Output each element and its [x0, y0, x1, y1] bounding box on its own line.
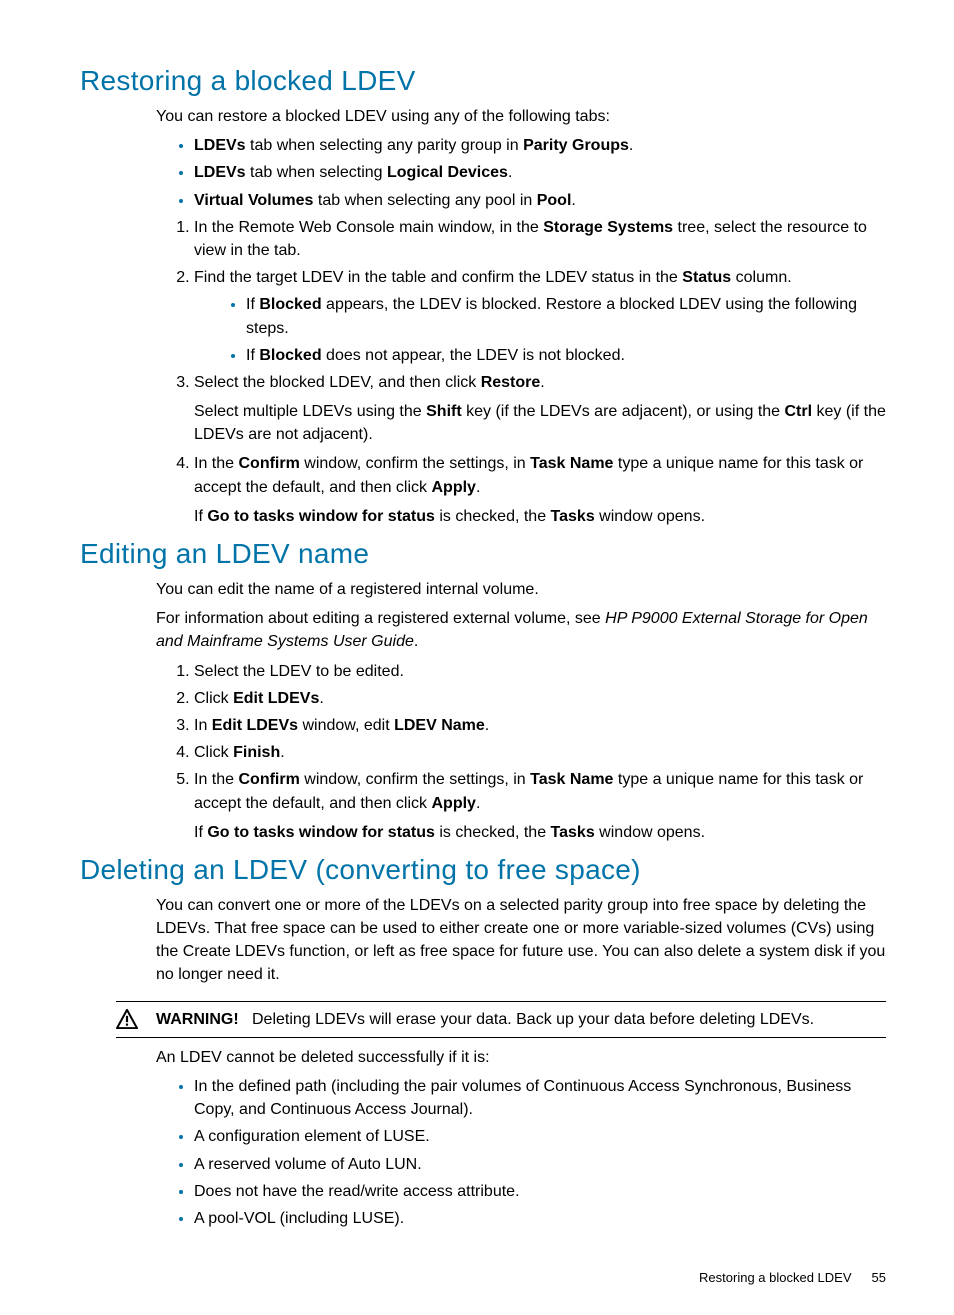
- list-item: Find the target LDEV in the table and co…: [194, 266, 886, 367]
- cannot-delete-bullets: In the defined path (including the pair …: [156, 1075, 886, 1230]
- list-item: In the defined path (including the pair …: [194, 1075, 886, 1121]
- list-item: In the Confirm window, confirm the setti…: [194, 452, 886, 528]
- intro-text: You can restore a blocked LDEV using any…: [156, 105, 886, 128]
- list-item: Virtual Volumes tab when selecting any p…: [194, 189, 886, 212]
- heading-deleting: Deleting an LDEV (converting to free spa…: [80, 854, 886, 886]
- list-item: If Blocked appears, the LDEV is blocked.…: [246, 293, 886, 339]
- footer-text: Restoring a blocked LDEV: [699, 1270, 851, 1285]
- list-item: A reserved volume of Auto LUN.: [194, 1153, 886, 1176]
- heading-restoring: Restoring a blocked LDEV: [80, 65, 886, 97]
- page-number: 55: [872, 1270, 886, 1285]
- page-content: Restoring a blocked LDEV You can restore…: [0, 0, 954, 1315]
- list-item: In the Remote Web Console main window, i…: [194, 216, 886, 262]
- steps-list: In the Remote Web Console main window, i…: [156, 216, 886, 528]
- list-item: Click Edit LDEVs.: [194, 687, 886, 710]
- list-item: A pool-VOL (including LUSE).: [194, 1207, 886, 1230]
- warning-icon: [116, 1009, 138, 1029]
- list-item: Select the LDEV to be edited.: [194, 660, 886, 683]
- list-item: LDEVs tab when selecting any parity grou…: [194, 134, 886, 157]
- page-footer: Restoring a blocked LDEV 55: [80, 1270, 886, 1285]
- list-item: Does not have the read/write access attr…: [194, 1180, 886, 1203]
- ref-text: For information about editing a register…: [156, 607, 886, 653]
- list-item: LDEVs tab when selecting Logical Devices…: [194, 161, 886, 184]
- list-item: Select the blocked LDEV, and then click …: [194, 371, 886, 447]
- warning-label: WARNING!: [156, 1011, 239, 1028]
- list-item: In the Confirm window, confirm the setti…: [194, 768, 886, 844]
- list-item: In Edit LDEVs window, edit LDEV Name.: [194, 714, 886, 737]
- tab-bullets: LDEVs tab when selecting any parity grou…: [156, 134, 886, 212]
- post-warning-text: An LDEV cannot be deleted successfully i…: [156, 1046, 886, 1069]
- list-item: If Blocked does not appear, the LDEV is …: [246, 344, 886, 367]
- steps-list: Select the LDEV to be edited. Click Edit…: [156, 660, 886, 844]
- intro-text: You can edit the name of a registered in…: [156, 578, 886, 601]
- list-item: Click Finish.: [194, 741, 886, 764]
- intro-text: You can convert one or more of the LDEVs…: [156, 894, 886, 987]
- warning-text-body: Deleting LDEVs will erase your data. Bac…: [252, 1011, 814, 1028]
- list-item: A configuration element of LUSE.: [194, 1125, 886, 1148]
- heading-editing: Editing an LDEV name: [80, 538, 886, 570]
- warning-block: WARNING! Deleting LDEVs will erase your …: [116, 1001, 886, 1038]
